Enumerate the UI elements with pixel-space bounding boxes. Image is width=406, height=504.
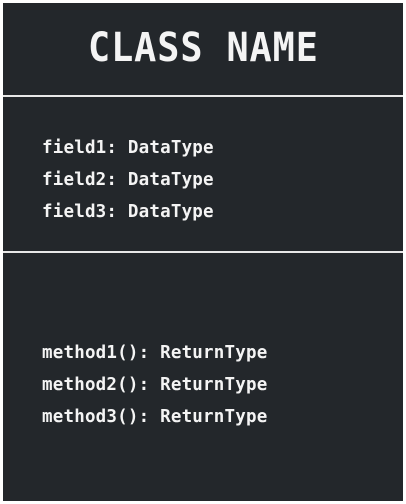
class-name-section: CLASS NAME (3, 3, 403, 95)
field-item: field2: DataType (42, 170, 214, 190)
fields-section: field1: DataType field2: DataType field3… (3, 97, 403, 251)
class-name: CLASS NAME (87, 25, 319, 71)
field-item: field1: DataType (42, 138, 214, 158)
method-item: method2(): ReturnType (42, 375, 268, 395)
method-item: method1(): ReturnType (42, 343, 268, 363)
field-item: field3: DataType (42, 202, 214, 222)
methods-section: method1(): ReturnType method2(): ReturnT… (3, 253, 403, 501)
method-item: method3(): ReturnType (42, 407, 268, 427)
uml-class-box: CLASS NAME field1: DataType field2: Data… (3, 3, 403, 501)
